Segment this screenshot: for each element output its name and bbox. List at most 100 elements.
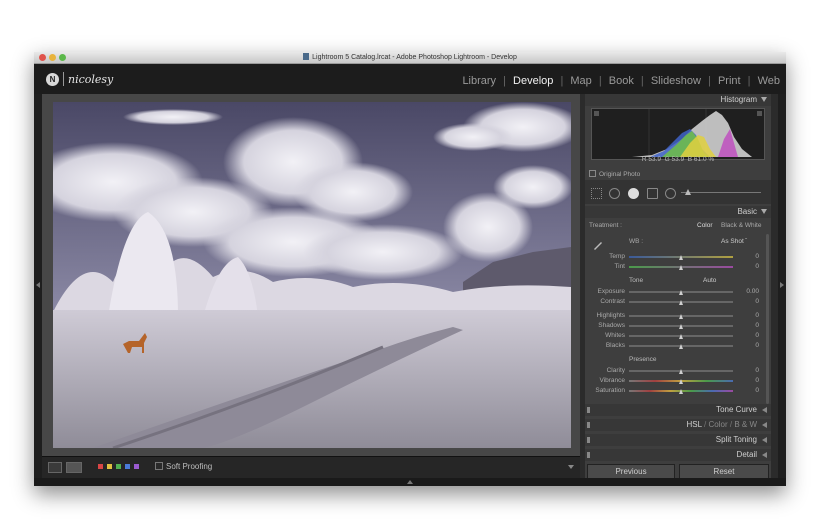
tone-curve-header[interactable]: Tone Curve <box>585 404 771 416</box>
module-develop[interactable]: Develop <box>513 75 553 87</box>
whites-value[interactable]: 0 <box>739 332 759 339</box>
loupe-view-button[interactable] <box>48 462 62 473</box>
brush-slider-thumb[interactable] <box>685 189 691 195</box>
tint-value[interactable]: 0 <box>739 263 759 270</box>
tint-label: Tint <box>614 263 625 270</box>
color-label-purple[interactable] <box>134 464 139 469</box>
highlights-value[interactable]: 0 <box>739 312 759 319</box>
color-label-red[interactable] <box>98 464 103 469</box>
spot-removal-icon[interactable] <box>609 188 620 199</box>
tone-auto-button[interactable]: Auto <box>703 277 716 284</box>
treatment-bw-option[interactable]: Black & White <box>721 222 761 229</box>
tint-slider-thumb[interactable] <box>679 265 683 270</box>
expand-triangle-icon <box>762 422 767 428</box>
saturation-label: Saturation <box>595 387 625 394</box>
photo[interactable] <box>53 102 571 448</box>
vibrance-slider-thumb[interactable] <box>679 379 683 384</box>
histogram-header[interactable]: Histogram <box>585 94 771 106</box>
whites-slider-thumb[interactable] <box>679 334 683 339</box>
soft-proofing-label: Soft Proofing <box>166 462 213 471</box>
module-library[interactable]: Library <box>462 75 496 87</box>
panel-switch-icon[interactable] <box>587 422 590 428</box>
shadows-value[interactable]: 0 <box>739 322 759 329</box>
module-separator: | <box>503 75 506 87</box>
histogram-graph <box>591 108 765 160</box>
wb-chevron-down-icon[interactable]: ˇ <box>745 238 747 245</box>
clarity-slider-thumb[interactable] <box>679 369 683 374</box>
left-panel-toggle[interactable] <box>34 94 42 486</box>
tone-label: Tone <box>629 277 644 284</box>
detail-header[interactable]: Detail <box>585 449 771 461</box>
crop-overlay-icon[interactable] <box>591 188 602 199</box>
original-photo-checkbox[interactable] <box>589 170 596 177</box>
color-label-blue[interactable] <box>125 464 130 469</box>
contrast-slider-thumb[interactable] <box>679 300 683 305</box>
exposure-slider-thumb[interactable] <box>679 290 683 295</box>
expand-left-arrow-icon <box>36 282 40 288</box>
shadows-slider-thumb[interactable] <box>679 324 683 329</box>
right-panel-scrollbar[interactable] <box>766 234 769 404</box>
color-label-yellow[interactable] <box>107 464 112 469</box>
wb-label: WB : <box>629 238 644 245</box>
whites-label: Whites <box>605 332 625 339</box>
right-panel-toggle[interactable] <box>778 94 786 486</box>
radial-filter-icon[interactable] <box>665 188 676 199</box>
exposure-value[interactable]: 0.00 <box>739 288 759 295</box>
toolbar-options-chevron-down-icon[interactable] <box>568 465 574 469</box>
image-view <box>42 94 580 456</box>
expand-triangle-icon <box>762 437 767 443</box>
saturation-value[interactable]: 0 <box>739 387 759 394</box>
module-print[interactable]: Print <box>718 75 741 87</box>
panel-switch-icon[interactable] <box>587 407 590 413</box>
image-toolbar: Soft Proofing <box>42 456 580 478</box>
original-photo-toggle[interactable]: Original Photo <box>589 170 640 178</box>
exposure-label: Exposure <box>597 288 625 295</box>
before-after-button[interactable] <box>66 462 82 473</box>
module-separator: | <box>598 75 602 87</box>
previous-button[interactable]: Previous <box>587 464 675 479</box>
module-map[interactable]: Map <box>570 75 591 87</box>
color-tab[interactable]: Color <box>709 420 728 429</box>
red-eye-icon[interactable] <box>628 188 639 199</box>
treatment-color-option[interactable]: Color <box>697 222 713 229</box>
saturation-slider-thumb[interactable] <box>679 389 683 394</box>
hsl-header[interactable]: HSL / Color / B & W <box>585 419 771 431</box>
color-label-green[interactable] <box>116 464 121 469</box>
module-separator: | <box>747 75 751 87</box>
clarity-value[interactable]: 0 <box>739 367 759 374</box>
temp-value[interactable]: 0 <box>739 253 759 260</box>
split-toning-header[interactable]: Split Toning <box>585 434 771 446</box>
panel-switch-icon[interactable] <box>587 452 590 458</box>
highlights-slider-thumb[interactable] <box>679 314 683 319</box>
module-web[interactable]: Web <box>758 75 780 87</box>
soft-proofing-checkbox[interactable] <box>155 462 163 470</box>
reset-button[interactable]: Reset <box>679 464 769 479</box>
wb-dropdown[interactable]: As Shot <box>721 238 744 245</box>
contrast-value[interactable]: 0 <box>739 298 759 305</box>
basic-panel-header[interactable]: Basic <box>585 206 771 218</box>
vibrance-value[interactable]: 0 <box>739 377 759 384</box>
expand-right-arrow-icon <box>780 282 784 288</box>
identity-plate-name: nicolesy <box>68 72 114 86</box>
right-panel: Histogram R 53.9 G 53.9 B 61.0 % Origina… <box>585 94 771 479</box>
contrast-label: Contrast <box>600 298 625 305</box>
panel-switch-icon[interactable] <box>587 437 590 443</box>
filmstrip-toggle[interactable] <box>34 478 786 486</box>
hsl-tab[interactable]: HSL <box>687 420 702 429</box>
logo-badge-icon: N <box>46 72 59 86</box>
blacks-value[interactable]: 0 <box>739 342 759 349</box>
presence-label: Presence <box>629 356 657 363</box>
white-balance-eyedropper-icon[interactable] <box>593 241 603 251</box>
soft-proofing-toggle[interactable]: Soft Proofing <box>155 462 212 471</box>
temp-slider-thumb[interactable] <box>679 255 683 260</box>
module-book[interactable]: Book <box>609 75 634 87</box>
collapse-triangle-icon <box>761 97 767 102</box>
module-slideshow[interactable]: Slideshow <box>651 75 701 87</box>
blacks-slider-thumb[interactable] <box>679 344 683 349</box>
bw-tab[interactable]: B & W <box>734 420 757 429</box>
graduated-filter-icon[interactable] <box>647 188 658 199</box>
expand-filmstrip-arrow-icon <box>407 480 413 484</box>
module-separator: | <box>560 75 564 87</box>
lightroom-window: Lightroom 5 Catalog.lrcat - Adobe Photos… <box>34 52 786 486</box>
shadows-label: Shadows <box>598 322 625 329</box>
